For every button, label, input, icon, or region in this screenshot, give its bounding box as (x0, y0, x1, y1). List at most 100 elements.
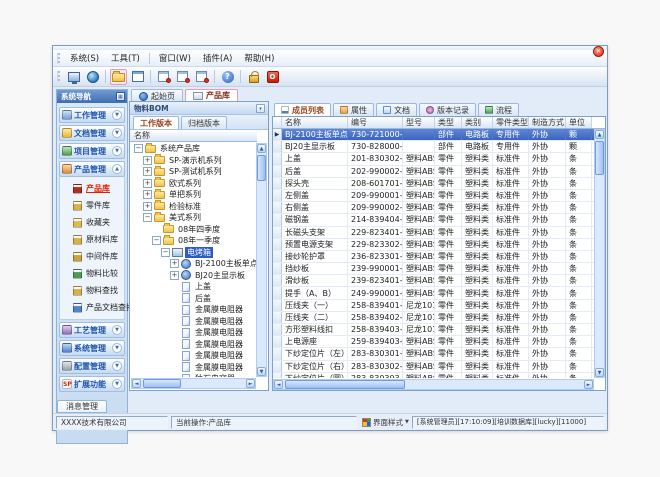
nav-group-7[interactable]: SP扩展功能▼ (59, 376, 125, 392)
tree-column-header[interactable]: 名称 (130, 130, 257, 142)
tree-node-1[interactable]: +SP-演示机系列 (131, 155, 256, 167)
table-row[interactable]: 压线夹（二）258-839402-00E尼龙1010零件塑料类标准件外协条 (273, 312, 594, 324)
table-row[interactable]: 方形塑料线扣258-839403-00E尼龙1010零件塑料类标准件外协条 (273, 324, 594, 336)
table-row[interactable]: 长磁头支架229-823401-00E塑料ABS零件塑料类标准件外协条 (273, 227, 594, 239)
chevron-down-icon[interactable]: ▼ (112, 379, 122, 389)
table-row[interactable]: 滑纱板239-823401-00E塑料ABS零件塑料类标准件外协条 (273, 275, 594, 287)
chevron-down-icon[interactable]: ▼ (112, 343, 122, 353)
tree-node-10[interactable]: +BJ-2100主板单点 (131, 258, 256, 270)
doc-new-button[interactable] (155, 69, 172, 85)
expander-plus-icon[interactable]: + (143, 156, 152, 165)
grid-vertical-scrollbar[interactable]: ▲ ▼ (594, 129, 605, 378)
table-row[interactable]: 上电源座259-839403-00E塑料ABS零件塑料类标准件外协条 (273, 336, 594, 348)
table-row[interactable]: 右侧盖209-990002-01E塑料ABS零件塑料类标准件外协条 (273, 202, 594, 214)
sidebar-item-1[interactable]: 零件库 (60, 197, 124, 214)
tree-node-11[interactable]: +BJ20主显示板 (131, 270, 256, 282)
expander-plus-icon[interactable]: + (170, 271, 179, 280)
help-button[interactable]: ? (219, 69, 236, 85)
nav-group-3[interactable]: 产品管理▲ (59, 161, 125, 177)
version-tab-0[interactable]: 工作版本 (133, 116, 179, 129)
menu-item-3[interactable]: 插件(A) (197, 50, 238, 66)
table-row[interactable]: 提手（A、B）249-990001-01E塑料ABS零件塑料类标准件外协条 (273, 287, 594, 299)
menu-grip[interactable] (57, 53, 60, 64)
chevron-down-icon[interactable]: ▼ (112, 128, 122, 138)
sidebar-item-7[interactable]: 产品文档查找 (60, 299, 124, 316)
tree-node-9[interactable]: −电烤箱 (131, 247, 256, 259)
tree-node-5[interactable]: +检验标准 (131, 201, 256, 213)
column-header-0[interactable]: 名称 (282, 117, 348, 128)
nav-group-6[interactable]: 配置管理▼ (59, 358, 125, 374)
nav-group-1[interactable]: 文档管理▼ (59, 125, 125, 141)
tree-node-18[interactable]: 金属膜电阻器 (131, 350, 256, 362)
tree-node-17[interactable]: 金属膜电阻器 (131, 339, 256, 351)
expander-plus-icon[interactable]: + (170, 259, 179, 268)
table-row[interactable]: 后盖202-990002-01E塑料ABS零件塑料类标准件外协条 (273, 166, 594, 178)
table-row[interactable]: ▶BJ-2100主板单点730-721000-12E部件电路板专用件外协颗 (273, 129, 594, 141)
tree-node-6[interactable]: −美式系列 (131, 212, 256, 224)
member-tab-2[interactable]: 文档 (376, 103, 417, 116)
tree-node-0[interactable]: −系统产品库 (131, 143, 256, 155)
table-row[interactable]: 左侧盖209-990001-01E塑料ABS零件塑料类标准件外协条 (273, 190, 594, 202)
globe-button[interactable] (84, 69, 101, 85)
exit-button[interactable]: O (264, 69, 281, 85)
chevron-down-icon[interactable]: ▼ (112, 110, 122, 120)
tree-node-8[interactable]: −08年一季度 (131, 235, 256, 247)
table-row[interactable]: 压线夹（一）258-839401-00E尼龙1010零件塑料类标准件外协条 (273, 300, 594, 312)
menu-item-0[interactable]: 系统(S) (64, 50, 105, 66)
expander-minus-icon[interactable]: − (161, 248, 170, 257)
nav-group-0[interactable]: 工作管理▼ (59, 107, 125, 123)
sidebar-menu-button[interactable]: ▦ (116, 92, 125, 101)
table-row[interactable]: 下纱定位片（右）283-830302-00E塑料ABS零件塑料类标准件外协条 (273, 361, 594, 373)
expander-plus-icon[interactable]: + (143, 167, 152, 176)
style-picker[interactable]: 界面样式 ▼ (362, 417, 409, 428)
tree-node-3[interactable]: +欧式系列 (131, 178, 256, 190)
chevron-down-icon[interactable]: ▼ (112, 146, 122, 156)
table-row[interactable]: BJ20主显示板730-828000-04E部件电路板专用件外协颗 (273, 141, 594, 153)
close-tab-icon[interactable]: ✕ (593, 46, 604, 57)
lock-button[interactable] (245, 69, 262, 85)
grid-horizontal-scrollbar[interactable]: ◄ ► (273, 379, 594, 390)
expander-plus-icon[interactable]: + (143, 202, 152, 211)
member-tab-3[interactable]: 版本记录 (419, 103, 476, 116)
tree-node-4[interactable]: +单把系列 (131, 189, 256, 201)
column-header-2[interactable]: 型号 (403, 117, 435, 128)
tree-node-2[interactable]: +SP-测试机系列 (131, 166, 256, 178)
tree-node-15[interactable]: 金属膜电阻器 (131, 316, 256, 328)
doc-close-button[interactable] (193, 69, 210, 85)
sidebar-item-3[interactable]: 原材料库 (60, 231, 124, 248)
monitor-button[interactable] (65, 69, 82, 85)
menu-item-2[interactable]: 窗口(W) (153, 50, 197, 66)
table-row[interactable]: 磁钢盖214-839404-01E塑料ABS零件塑料类标准件外协条 (273, 214, 594, 226)
nav-group-4[interactable]: 工艺管理▼ (59, 322, 125, 338)
bom-panel-options-button[interactable]: ▾ (256, 104, 265, 113)
menu-item-4[interactable]: 帮助(H) (238, 50, 280, 66)
tree-node-20[interactable]: 独石电容器 (131, 373, 256, 377)
chevron-up-icon[interactable]: ▲ (112, 164, 122, 174)
sidebar-item-6[interactable]: 物料查找 (60, 282, 124, 299)
chevron-down-icon[interactable]: ▼ (112, 361, 122, 371)
tree-node-7[interactable]: 08年四季度 (131, 224, 256, 236)
member-tab-1[interactable]: 属性 (333, 103, 374, 116)
column-header-4[interactable]: 类别 (462, 117, 493, 128)
sidebar-item-4[interactable]: 中间件库 (60, 248, 124, 265)
table-row[interactable]: 上盖201-830302-00E塑料ABS零件塑料类标准件外协条 (273, 153, 594, 165)
tree-node-14[interactable]: 金属膜电阻器 (131, 304, 256, 316)
member-tab-0[interactable]: 成员列表 (274, 103, 331, 116)
tree-node-13[interactable]: 后盖 (131, 293, 256, 305)
menu-item-1[interactable]: 工具(T) (105, 50, 146, 66)
sidebar-item-0[interactable]: 产品库 (60, 180, 124, 197)
table-row[interactable]: 挡纱板239-990001-01E塑料ABS零件塑料类标准件外协条 (273, 263, 594, 275)
message-manager-tab[interactable]: 消息管理 (57, 400, 107, 413)
tree-vertical-scrollbar[interactable]: ▲ ▼ (256, 143, 267, 377)
table-row[interactable]: 预置电源支架229-823302-00E塑料ABS零件塑料类标准件外协条 (273, 239, 594, 251)
sidebar-item-5[interactable]: 物料比较 (60, 265, 124, 282)
member-tab-4[interactable]: 流程 (478, 103, 519, 116)
version-tab-1[interactable]: 归档版本 (181, 116, 227, 129)
expander-minus-icon[interactable]: − (134, 144, 143, 153)
column-header-5[interactable]: 零件类型 (493, 117, 529, 128)
report-button[interactable] (129, 69, 146, 85)
chevron-down-icon[interactable]: ▼ (112, 325, 122, 335)
doc-open-button[interactable] (174, 69, 191, 85)
table-row[interactable]: 下纱定位片（圆）283-830303-00E塑料ABS零件塑料类标准件外协条 (273, 373, 594, 378)
sidebar-item-2[interactable]: 收藏夹 (60, 214, 124, 231)
